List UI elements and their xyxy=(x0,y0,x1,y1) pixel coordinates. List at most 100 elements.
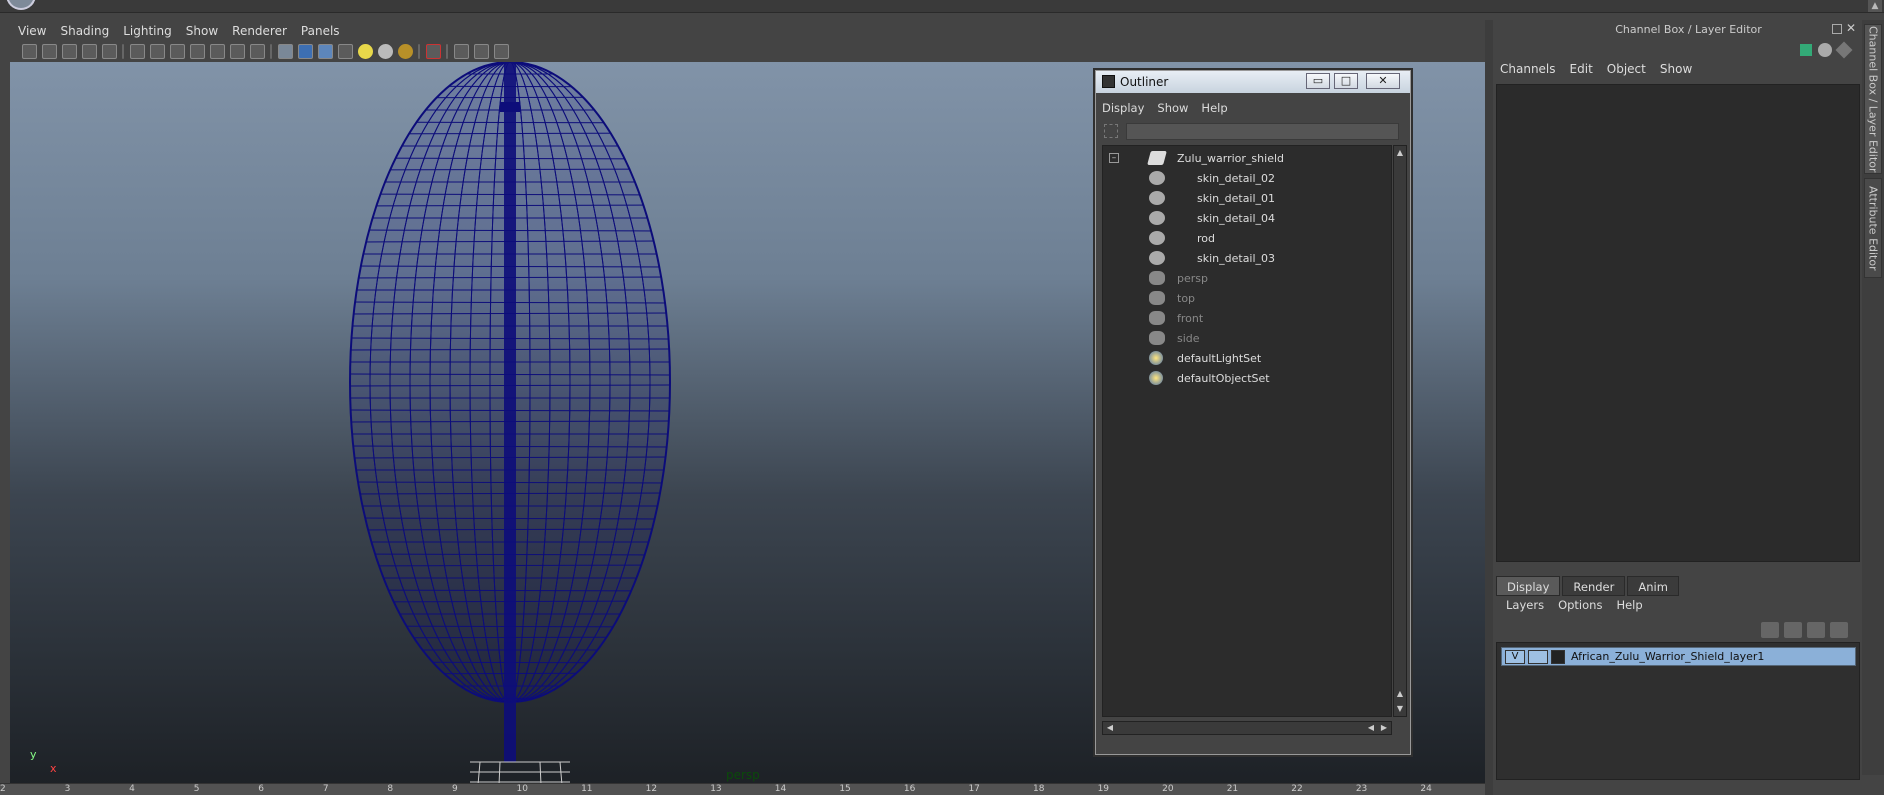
tab-display[interactable]: Display xyxy=(1496,576,1561,596)
tree-row-camera[interactable]: front xyxy=(1103,308,1391,328)
tab-render[interactable]: Render xyxy=(1562,576,1626,596)
scroll-up-icon[interactable]: ▲ xyxy=(1394,688,1406,700)
timeline-tick: 18 xyxy=(1033,784,1045,794)
xray-joints-icon[interactable] xyxy=(474,44,489,59)
layer-display-type-toggle[interactable] xyxy=(1528,649,1548,664)
maximize-button[interactable]: □ xyxy=(1334,73,1358,89)
move-axes-icon[interactable] xyxy=(1800,44,1812,56)
rotate-icon[interactable] xyxy=(1818,43,1832,57)
outliner-vertical-scrollbar[interactable]: ▲ ▲ ▼ xyxy=(1393,145,1407,717)
tree-item-label: defaultLightSet xyxy=(1177,351,1262,365)
time-slider[interactable]: 2 3 4 5 6 7 8 9 10 11 12 13 14 15 16 17 18 19 20 21 22 23 24 xyxy=(0,783,1485,795)
menu-show[interactable]: Show xyxy=(186,24,218,38)
move-layer-down-icon[interactable] xyxy=(1784,622,1802,638)
2d-pan-zoom-icon[interactable] xyxy=(102,44,117,59)
scroll-left-icon[interactable]: ◀ xyxy=(1104,722,1116,734)
tree-row-child[interactable]: rod xyxy=(1103,228,1391,248)
outliner-search-input[interactable] xyxy=(1126,123,1399,140)
camera-icon xyxy=(1149,291,1165,305)
grid-icon[interactable] xyxy=(130,44,145,59)
layer-row[interactable]: V African_Zulu_Warrior_Shield_layer1 xyxy=(1501,647,1856,666)
tree-row-set[interactable]: defaultObjectSet xyxy=(1103,368,1391,388)
bookmarks-icon[interactable] xyxy=(62,44,77,59)
timeline-tick: 12 xyxy=(645,784,658,794)
isolate-select-icon[interactable] xyxy=(426,44,441,59)
channel-menu-channels[interactable]: Channels xyxy=(1500,62,1556,80)
new-empty-layer-icon[interactable] xyxy=(1807,622,1825,638)
select-camera-icon[interactable] xyxy=(22,44,37,59)
film-gate-icon[interactable] xyxy=(150,44,165,59)
layer-menu-help[interactable]: Help xyxy=(1616,598,1642,616)
outliner-menubar: Display Show Help xyxy=(1102,99,1241,117)
tab-attribute-editor[interactable]: Attribute Editor xyxy=(1864,178,1882,278)
layer-visibility-toggle[interactable]: V xyxy=(1505,649,1525,664)
menu-renderer[interactable]: Renderer xyxy=(232,24,287,38)
smooth-shade-icon[interactable] xyxy=(298,44,313,59)
outliner-window: Outliner ▭ □ ✕ Display Show Help – Zulu_… xyxy=(1095,70,1411,755)
channel-box-menubar: Channels Edit Object Show xyxy=(1500,62,1706,80)
scroll-right-icon[interactable]: ▶ xyxy=(1378,722,1390,734)
menu-panels[interactable]: Panels xyxy=(301,24,340,38)
gate-mask-icon[interactable] xyxy=(190,44,205,59)
default-lighting-icon[interactable] xyxy=(358,44,373,59)
xray-icon[interactable] xyxy=(454,44,469,59)
collapse-icon[interactable]: – xyxy=(1109,153,1119,163)
tree-row-child[interactable]: skin_detail_01 xyxy=(1103,188,1391,208)
float-panel-icon[interactable] xyxy=(1832,24,1842,34)
all-lights-icon[interactable] xyxy=(378,44,393,59)
layer-menu-options[interactable]: Options xyxy=(1558,598,1602,616)
outliner-titlebar[interactable]: Outliner xyxy=(1096,71,1410,93)
scroll-down-icon[interactable]: ▼ xyxy=(1394,703,1406,715)
tree-row-root[interactable]: – Zulu_warrior_shield xyxy=(1103,148,1391,168)
outliner-horizontal-scrollbar[interactable]: ◀ ◀ ▶ xyxy=(1102,721,1392,735)
safe-title-icon[interactable] xyxy=(250,44,265,59)
tree-row-camera[interactable]: top xyxy=(1103,288,1391,308)
move-layer-up-icon[interactable] xyxy=(1761,622,1779,638)
tree-row-child[interactable]: skin_detail_02 xyxy=(1103,168,1391,188)
hud-icon[interactable] xyxy=(494,44,509,59)
tree-item-label: front xyxy=(1177,311,1204,325)
tree-row-child[interactable]: skin_detail_04 xyxy=(1103,208,1391,228)
minimize-button[interactable]: ▭ xyxy=(1306,73,1330,89)
scroll-up-icon[interactable]: ▲ xyxy=(1868,0,1882,12)
wireframe-icon[interactable] xyxy=(278,44,293,59)
channel-menu-edit[interactable]: Edit xyxy=(1570,62,1593,80)
layer-color-swatch[interactable] xyxy=(1551,649,1565,664)
camera-attributes-icon[interactable] xyxy=(42,44,57,59)
close-button[interactable]: ✕ xyxy=(1366,73,1400,89)
tree-row-child[interactable]: skin_detail_03 xyxy=(1103,248,1391,268)
wireframe-on-shaded-icon[interactable] xyxy=(318,44,333,59)
outliner-window-icon xyxy=(1102,75,1115,88)
channel-box-area[interactable] xyxy=(1496,84,1860,562)
pin-icon[interactable] xyxy=(1835,41,1853,59)
filter-icon[interactable] xyxy=(1104,124,1118,138)
menu-view[interactable]: View xyxy=(18,24,46,38)
channel-menu-show[interactable]: Show xyxy=(1660,62,1692,80)
image-plane-icon[interactable] xyxy=(82,44,97,59)
outliner-menu-show[interactable]: Show xyxy=(1157,101,1188,115)
tab-anim[interactable]: Anim xyxy=(1627,576,1679,596)
tree-item-label: skin_detail_04 xyxy=(1197,211,1276,225)
tree-row-camera[interactable]: persp xyxy=(1103,268,1391,288)
outliner-menu-help[interactable]: Help xyxy=(1201,101,1227,115)
scroll-up-icon[interactable]: ▲ xyxy=(1394,147,1406,159)
outliner-menu-display[interactable]: Display xyxy=(1102,101,1144,115)
close-panel-icon[interactable]: ✕ xyxy=(1846,21,1856,35)
new-layer-selected-icon[interactable] xyxy=(1830,622,1848,638)
menu-shading[interactable]: Shading xyxy=(60,24,109,38)
tree-row-camera[interactable]: side xyxy=(1103,328,1391,348)
timeline-tick: 24 xyxy=(1420,784,1432,794)
layer-name: African_Zulu_Warrior_Shield_layer1 xyxy=(1571,650,1765,663)
channel-menu-object[interactable]: Object xyxy=(1607,62,1646,80)
textured-icon[interactable] xyxy=(338,44,353,59)
menu-lighting[interactable]: Lighting xyxy=(123,24,172,38)
safe-action-icon[interactable] xyxy=(230,44,245,59)
panel-splitter[interactable] xyxy=(1485,20,1493,795)
resolution-gate-icon[interactable] xyxy=(170,44,185,59)
tab-channel-box[interactable]: Channel Box / Layer Editor xyxy=(1864,24,1882,174)
scroll-left-icon[interactable]: ◀ xyxy=(1365,722,1377,734)
shadows-icon[interactable] xyxy=(398,44,413,59)
layer-menu-layers[interactable]: Layers xyxy=(1506,598,1544,616)
field-chart-icon[interactable] xyxy=(210,44,225,59)
tree-row-set[interactable]: defaultLightSet xyxy=(1103,348,1391,368)
